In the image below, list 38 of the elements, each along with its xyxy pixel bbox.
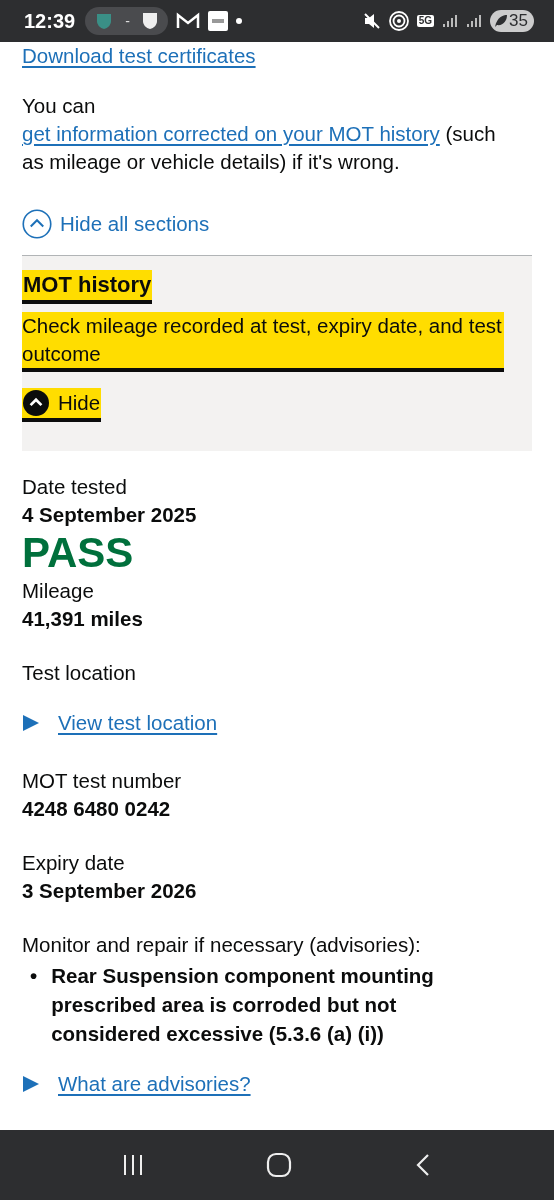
advisory-item: Rear Suspension component mounting prescribed area is corroded but not considered excessive (5.3.6 (a) (i)) [51,963,435,1047]
correction-link[interactable]: get information corrected on your MOT history [22,122,440,145]
view-location-link[interactable]: View test location [58,709,218,737]
clock: 12:39 [24,9,76,33]
separator: - [125,13,130,29]
network-type: 5G [416,15,435,27]
hotspot-icon [388,11,409,31]
bullet: • [30,963,38,989]
field-label: Expiry date [22,850,126,876]
test-result: PASS [22,529,135,577]
chevron-up-icon [23,390,49,416]
field-label: MOT test number [22,768,183,794]
mail-icon [175,12,200,30]
crest-icon [95,12,114,30]
intro-paragraph: You can get information corrected on your MOT history (such as mileage or vehicle details) if it's wrong. [22,93,497,175]
advisories-link[interactable]: What are advisories? [58,1070,251,1098]
field-label: Test location [22,660,137,686]
field-label: Mileage [22,578,95,604]
home-icon[interactable] [266,1152,292,1178]
mute-icon [362,12,381,30]
signal-icon [442,13,459,29]
triangle-icon [22,1075,40,1093]
signal-icon [466,13,483,29]
app-icon [207,11,228,31]
triangle-icon [22,714,40,732]
dot-icon [235,18,242,24]
shield-icon [141,12,158,30]
download-link[interactable]: Download test certificates [22,42,256,70]
chevron-up-icon [22,209,52,239]
field-label: Monitor and repair if necessary (advisories): [22,932,422,958]
field-label: Date tested [22,474,128,500]
battery-level: 35 [490,10,534,32]
leaf-icon [494,14,509,28]
field-value: 41,391 miles [22,606,144,632]
hide-all-sections-button[interactable]: Hide all sections [22,209,210,239]
field-value: 3 September 2026 [22,878,198,904]
field-value: 4248 6480 0242 [22,796,172,822]
field-value: 4 September 2025 [22,502,198,528]
